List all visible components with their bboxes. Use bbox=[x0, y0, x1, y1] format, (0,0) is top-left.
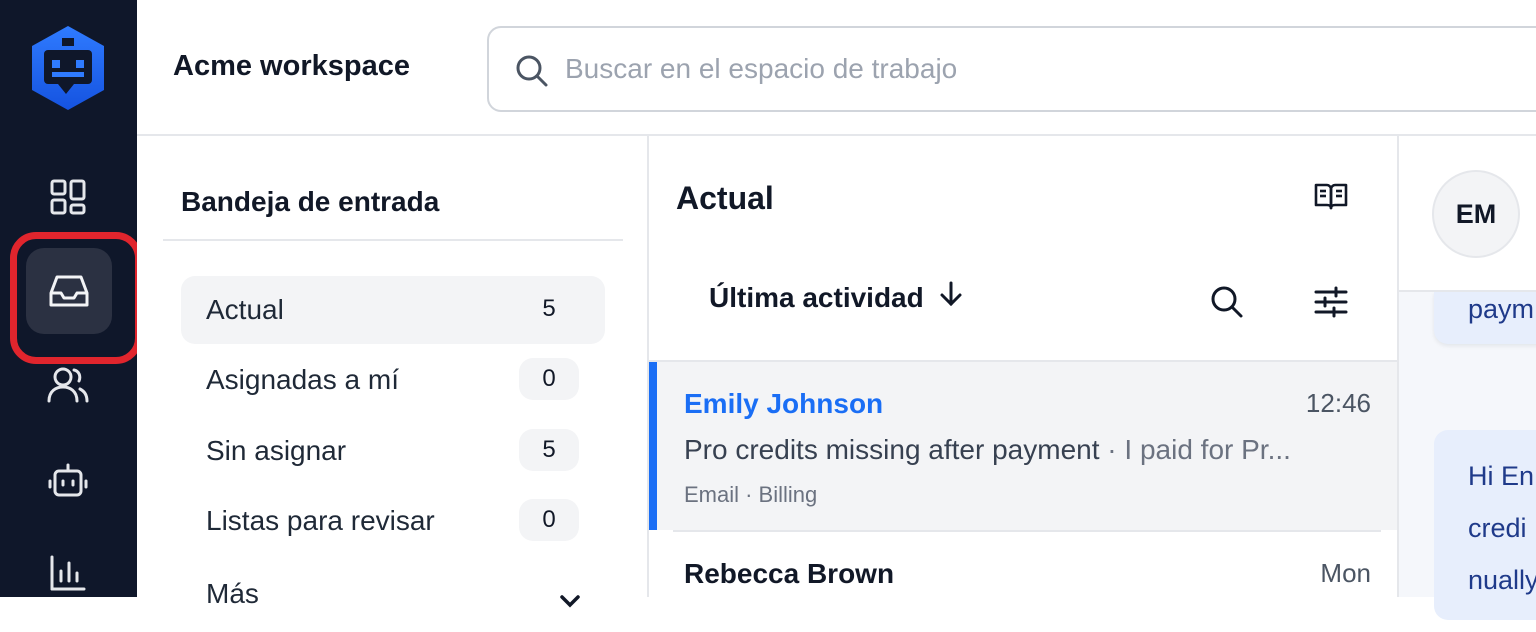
preview-separator: · bbox=[1099, 434, 1125, 465]
list-search-icon[interactable] bbox=[1205, 280, 1249, 324]
conversation-detail-panel: paym EM Hi En credi nually bbox=[1399, 136, 1536, 620]
inbox-item-label: Actual bbox=[206, 294, 284, 325]
inbox-item-asignadas[interactable]: Asignadas a mí 0 bbox=[181, 346, 605, 414]
conversation-name: Emily Johnson bbox=[684, 388, 884, 419]
workspace-title[interactable]: Acme workspace bbox=[173, 50, 410, 83]
chevron-down-icon bbox=[559, 584, 581, 615]
sort-button[interactable]: Última actividad bbox=[709, 280, 964, 315]
inbox-item-label: Sin asignar bbox=[206, 435, 347, 466]
inbox-icon[interactable] bbox=[10, 232, 142, 364]
divider bbox=[163, 239, 623, 241]
book-icon[interactable] bbox=[1309, 174, 1353, 218]
arrow-down-icon bbox=[938, 280, 964, 315]
conversation-item[interactable]: Rebecca Brown Mon bbox=[649, 532, 1397, 632]
conversation-time: Mon bbox=[1320, 558, 1371, 588]
search-input[interactable] bbox=[565, 28, 1465, 110]
bot-icon[interactable] bbox=[28, 446, 108, 516]
message-line: Hi En bbox=[1468, 461, 1535, 491]
inbox-item-label: Listas para revisar bbox=[206, 505, 435, 536]
inbox-item-mas[interactable]: Más bbox=[181, 560, 605, 628]
conversation-subject: Pro credits missing after payment bbox=[684, 434, 1100, 465]
message-bubble: Hi En credi nually bbox=[1434, 430, 1536, 620]
list-title: Actual bbox=[676, 180, 774, 216]
sort-label: Última actividad bbox=[709, 281, 924, 313]
message-line: nually bbox=[1468, 565, 1536, 595]
count-badge: 0 bbox=[519, 499, 579, 541]
inbox-item-sin-asignar[interactable]: Sin asignar 5 bbox=[181, 417, 605, 485]
count-badge: 0 bbox=[519, 358, 579, 400]
count-badge: 5 bbox=[519, 429, 579, 471]
conversation-list-panel: Actual Última actividad Emily Johnson 12… bbox=[649, 136, 1399, 597]
dashboard-icon[interactable] bbox=[28, 162, 108, 232]
conversation-snippet: I paid for Pr... bbox=[1124, 434, 1291, 465]
message-bubble: paym bbox=[1434, 292, 1536, 344]
inbox-item-listas[interactable]: Listas para revisar 0 bbox=[181, 487, 605, 555]
inbox-item-label: Asignadas a mí bbox=[206, 364, 399, 395]
app-rail bbox=[0, 0, 142, 597]
conversation-name: Rebecca Brown bbox=[684, 558, 895, 589]
reports-icon[interactable] bbox=[28, 538, 108, 608]
bot-logo-icon[interactable] bbox=[28, 24, 108, 112]
conversation-item[interactable]: Emily Johnson 12:46 Pro credits missing … bbox=[649, 362, 1397, 530]
detail-header: EM bbox=[1399, 136, 1536, 292]
contacts-icon[interactable] bbox=[28, 350, 108, 420]
top-bar: Acme workspace bbox=[137, 0, 1536, 136]
search-icon bbox=[515, 54, 549, 88]
conversation-preview: Pro credits missing after payment · I pa… bbox=[684, 434, 1374, 466]
message-line: credi bbox=[1468, 513, 1527, 543]
search-box[interactable] bbox=[487, 26, 1536, 112]
filter-sliders-icon[interactable] bbox=[1309, 280, 1353, 324]
conversation-time: 12:46 bbox=[1305, 388, 1371, 418]
inbox-item-label: Más bbox=[206, 578, 259, 609]
inbox-title: Bandeja de entrada bbox=[181, 186, 440, 217]
selected-indicator bbox=[649, 362, 657, 530]
conversation-meta: Email · Billing bbox=[684, 482, 818, 507]
inbox-item-actual[interactable]: Actual 5 bbox=[181, 276, 605, 344]
avatar[interactable]: EM bbox=[1432, 170, 1520, 258]
count-badge: 5 bbox=[542, 295, 556, 322]
inbox-panel: Bandeja de entrada Actual 5 Asignadas a … bbox=[137, 136, 649, 609]
